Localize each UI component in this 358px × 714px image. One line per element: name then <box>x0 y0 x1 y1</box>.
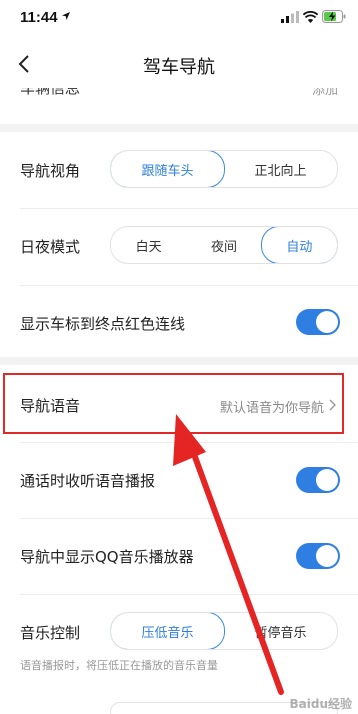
view-angle-option-north[interactable]: 正北向上 <box>224 151 337 187</box>
voice-row[interactable] <box>3 373 344 434</box>
status-time: 11:44 <box>20 9 58 26</box>
section-gap <box>0 357 358 365</box>
watermark: Baidu经验 <box>289 697 353 711</box>
day-night-option-day[interactable]: 白天 <box>111 227 186 263</box>
battery-charging-icon <box>322 10 346 23</box>
vehicle-info-value: 添加 <box>311 88 338 98</box>
divider <box>20 518 358 519</box>
divider <box>20 594 358 595</box>
red-line-label: 显示车标到终点红色连线 <box>20 315 186 333</box>
vehicle-info-row[interactable]: 车辆信息 添加 <box>0 88 358 102</box>
wifi-icon <box>303 11 318 23</box>
vehicle-info-label: 车辆信息 <box>20 88 81 97</box>
status-bar: 11:44 <box>0 0 358 40</box>
view-angle-segmented: 跟随车头 正北向上 <box>110 150 338 188</box>
music-control-label: 音乐控制 <box>20 624 81 642</box>
qq-music-toggle[interactable] <box>296 543 340 569</box>
divider <box>20 285 358 286</box>
toggle-knob <box>316 545 338 567</box>
music-control-hint: 语音播报时，将压低正在播放的音乐音量 <box>20 659 218 672</box>
red-line-toggle[interactable] <box>296 309 340 335</box>
music-control-segmented: 压低音乐 暂停音乐 <box>110 612 338 650</box>
toggle-knob <box>316 311 338 333</box>
call-voice-label: 通话时收听语音播报 <box>20 472 156 490</box>
music-control-option-lower[interactable]: 压低音乐 <box>111 613 225 649</box>
qq-music-label: 导航中显示QQ音乐播放器 <box>20 548 194 566</box>
day-night-segmented: 白天 夜间 自动 <box>110 226 338 264</box>
cellular-signal-icon <box>281 11 299 23</box>
page-title: 驾车导航 <box>143 57 215 78</box>
day-night-option-auto[interactable]: 自动 <box>260 227 337 263</box>
divider <box>20 208 358 209</box>
toggle-knob <box>316 469 338 491</box>
view-angle-option-follow[interactable]: 跟随车头 <box>111 151 225 187</box>
navigation-bar: 驾车导航 <box>0 40 358 88</box>
divider <box>20 442 358 443</box>
day-night-option-night[interactable]: 夜间 <box>186 227 261 263</box>
day-night-label: 日夜模式 <box>20 238 81 256</box>
section-gap <box>0 124 358 132</box>
location-arrow-icon <box>62 12 70 20</box>
view-angle-label: 导航视角 <box>20 162 81 180</box>
call-voice-toggle[interactable] <box>296 467 340 493</box>
music-control-option-pause[interactable]: 暂停音乐 <box>224 613 337 649</box>
